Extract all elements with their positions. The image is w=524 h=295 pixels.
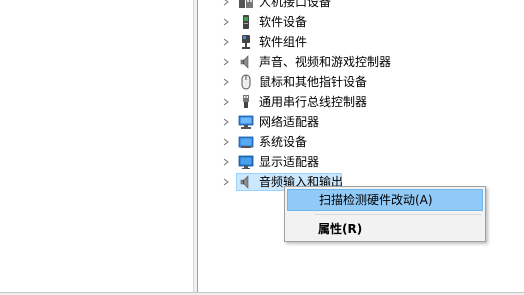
chevron-right-icon[interactable]: [222, 158, 230, 166]
menu-item-label: 属性(R): [318, 222, 363, 236]
system-device-icon: [238, 136, 254, 148]
tree-item-label: 系统设备: [259, 135, 308, 149]
software-device-icon: [243, 15, 249, 29]
tree-item-system-devices[interactable]: 系统设备: [198, 132, 524, 152]
chevron-right-icon[interactable]: [222, 58, 230, 66]
tree-item-mice[interactable]: 鼠标和其他指针设备: [198, 72, 524, 92]
software-component-icon: [242, 35, 250, 49]
device-tree: 人机接口设备 软件设备 软件组件 声音、视频和游戏控制器 鼠标和其他指针设备 通…: [198, 0, 524, 192]
menu-separator: [315, 214, 481, 215]
usb-icon: [243, 95, 249, 108]
tree-item-usb-controllers[interactable]: 通用串行总线控制器: [198, 92, 524, 112]
mouse-icon: [241, 74, 251, 90]
tree-item-label: 人机接口设备: [259, 0, 332, 9]
chevron-right-icon[interactable]: [222, 98, 230, 106]
chevron-right-icon[interactable]: [222, 78, 230, 86]
tree-item-label: 声音、视频和游戏控制器: [259, 55, 392, 69]
left-pane: [0, 0, 194, 293]
menu-item-label: 扫描检测硬件改动(A): [319, 193, 433, 207]
tree-item-sound-video-game[interactable]: 声音、视频和游戏控制器: [198, 52, 524, 72]
tree-item-label: 显示适配器: [259, 155, 320, 169]
chevron-right-icon[interactable]: [222, 138, 230, 146]
tree-item-hid[interactable]: 人机接口设备: [198, 0, 524, 12]
network-adapter-icon: [238, 115, 254, 129]
tree-item-label: 通用串行总线控制器: [259, 95, 368, 109]
properties-menu-item[interactable]: 属性(R): [287, 218, 483, 240]
chevron-right-icon[interactable]: [222, 0, 230, 6]
chevron-right-icon[interactable]: [222, 18, 230, 26]
tree-item-software-components[interactable]: 软件组件: [198, 32, 524, 52]
device-manager-window: 人机接口设备 软件设备 软件组件 声音、视频和游戏控制器 鼠标和其他指针设备 通…: [0, 0, 524, 295]
display-adapter-icon: [238, 155, 254, 169]
audio-io-icon: [240, 175, 249, 189]
tree-item-label: 鼠标和其他指针设备: [259, 75, 368, 89]
tree-item-label: 软件设备: [259, 15, 308, 29]
device-tree-pane: 人机接口设备 软件设备 软件组件 声音、视频和游戏控制器 鼠标和其他指针设备 通…: [198, 0, 524, 293]
tree-item-label: 软件组件: [259, 35, 308, 49]
context-menu: 扫描检测硬件改动(A) 属性(R): [284, 186, 486, 242]
speaker-icon: [240, 55, 249, 69]
chevron-right-icon[interactable]: [222, 118, 230, 126]
tree-item-network-adapters[interactable]: 网络适配器: [198, 112, 524, 132]
tree-item-software-devices[interactable]: 软件设备: [198, 12, 524, 32]
chevron-right-icon[interactable]: [222, 38, 230, 46]
tree-item-label: 网络适配器: [259, 115, 320, 129]
hid-icon: [239, 0, 253, 8]
chevron-right-icon[interactable]: [222, 178, 230, 186]
tree-item-display-adapters[interactable]: 显示适配器: [198, 152, 524, 172]
scan-hardware-changes-menu-item[interactable]: 扫描检测硬件改动(A): [287, 189, 483, 211]
